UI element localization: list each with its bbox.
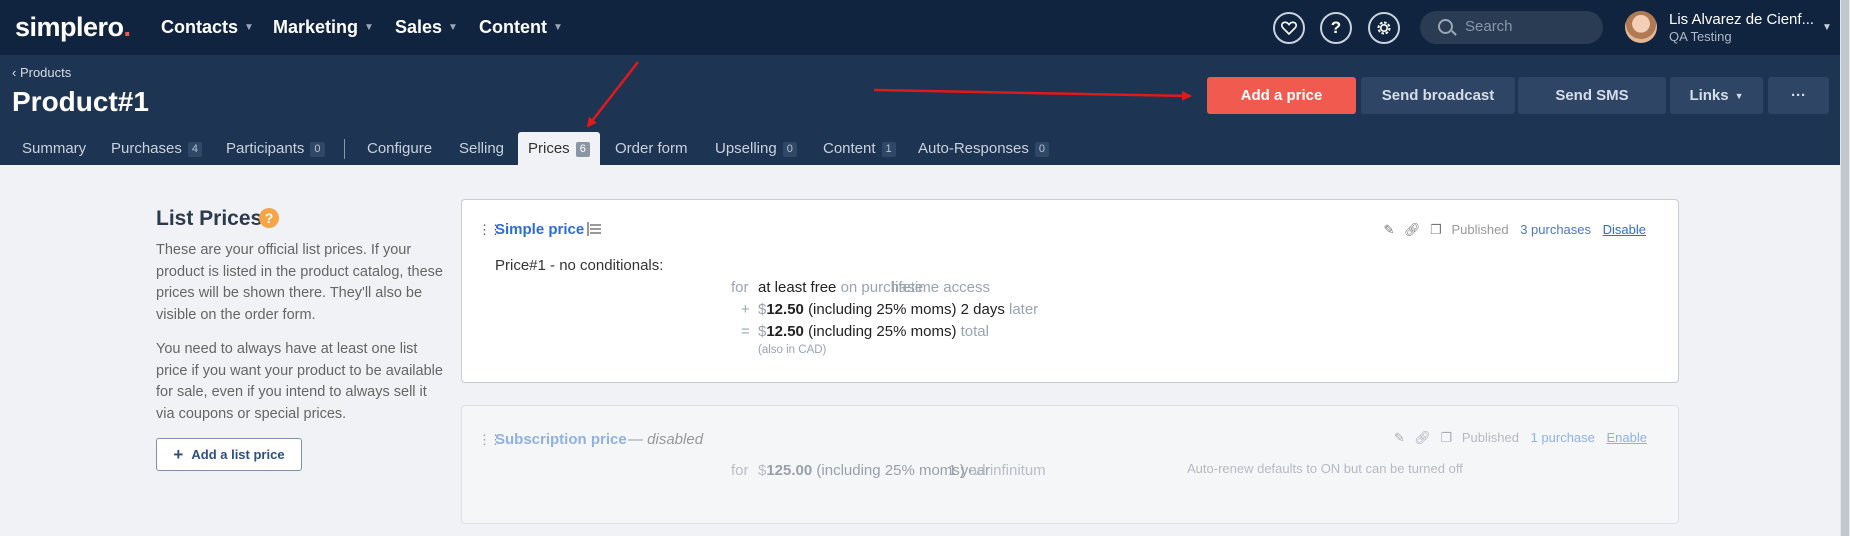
count-badge: 6 — [575, 142, 590, 157]
subscription-amount: $125.00 (including 25% moms) ad infinitu… — [758, 462, 1046, 479]
for-label: for — [731, 462, 749, 479]
plus-sign: + — [741, 301, 750, 318]
nav-contacts[interactable]: Contacts ▼ — [161, 17, 254, 38]
price-actions: ✎ 🔗︎ ❐ Published 3 purchases Disable — [1384, 222, 1647, 238]
tab-content[interactable]: Content 1 — [823, 132, 896, 165]
price-line-total: $12.50 (including 25% moms) total — [758, 323, 989, 340]
nav-marketing[interactable]: Marketing ▼ — [273, 17, 374, 38]
user-name[interactable]: Lis Alvarez de Cienf... — [1669, 11, 1814, 28]
more-actions-button[interactable]: ··· — [1768, 77, 1829, 114]
price-line-installment: $12.50 (including 25% moms) 2 days later — [758, 301, 1039, 318]
enable-link[interactable]: Enable — [1607, 430, 1647, 445]
scrollbar-thumb[interactable] — [1841, 0, 1849, 536]
list-prices-requirement: You need to always have at least one lis… — [156, 341, 443, 422]
tab-participants[interactable]: Participants 0 — [226, 132, 325, 165]
tab-summary[interactable]: Summary — [22, 132, 86, 165]
pencil-icon[interactable]: ✎ — [1384, 222, 1395, 238]
chevron-down-icon[interactable]: ▼ — [1822, 22, 1832, 33]
price-line-initial: at least free on purchase — [758, 279, 924, 296]
nav-sales[interactable]: Sales ▼ — [395, 17, 458, 38]
status-label: Published — [1461, 430, 1519, 445]
count-badge: 0 — [1034, 142, 1050, 157]
price-card-simple: ⋮⋮ Simple price ✎ 🔗︎ ❐ Published 3 purch… — [461, 199, 1679, 383]
breadcrumb[interactable]: ‹ Products — [12, 65, 71, 80]
plus-icon: + — [173, 444, 184, 464]
count-badge: 1 — [881, 142, 896, 157]
user-avatar[interactable] — [1625, 11, 1657, 43]
product-header: ‹ Products Product#1 Add a price Send br… — [0, 55, 1840, 165]
top-navbar: simplero. Contacts ▼ Marketing ▼ Sales ▼ Co… — [0, 0, 1850, 55]
link-icon[interactable]: 🔗︎ — [1414, 430, 1431, 446]
purchases-link[interactable]: 3 purchases — [1520, 222, 1591, 237]
price-card-subscription: ⋮⋮ Subscription price — disabled ✎ 🔗︎ ❐ … — [461, 405, 1679, 524]
favorites-heart-icon[interactable] — [1273, 12, 1305, 44]
list-icon[interactable] — [587, 222, 601, 236]
search-icon — [1438, 19, 1453, 34]
copy-icon[interactable]: ❐ — [1441, 430, 1453, 446]
nav-content[interactable]: Content ▼ — [479, 17, 563, 38]
price-title[interactable]: Subscription price — [495, 431, 627, 448]
help-question-icon[interactable]: ? — [259, 208, 279, 228]
price-title[interactable]: Simple price — [495, 221, 584, 238]
send-broadcast-button[interactable]: Send broadcast — [1361, 77, 1515, 114]
send-sms-button[interactable]: Send SMS — [1518, 77, 1666, 114]
currency-note: (also in CAD) — [758, 344, 827, 356]
purchases-link[interactable]: 1 purchase — [1531, 430, 1595, 445]
simplero-logo[interactable]: simplero. — [15, 12, 131, 43]
copy-icon[interactable]: ❐ — [1430, 222, 1442, 238]
pencil-icon[interactable]: ✎ — [1394, 430, 1405, 446]
links-dropdown-button[interactable]: Links ▼ — [1670, 77, 1763, 114]
price-name: Price#1 - no conditionals: — [495, 257, 664, 274]
tab-auto-responses[interactable]: Auto-Responses 0 — [918, 132, 1050, 165]
list-prices-description: These are your official list prices. If … — [156, 242, 443, 323]
equals-sign: = — [741, 323, 750, 340]
chevron-down-icon: ▼ — [244, 22, 254, 33]
tab-divider — [344, 139, 345, 159]
tab-purchases[interactable]: Purchases 4 — [111, 132, 202, 165]
tab-prices[interactable]: Prices 6 — [518, 132, 600, 165]
user-org: QA Testing — [1669, 29, 1732, 44]
for-label: for — [731, 279, 749, 296]
status-label: Published — [1451, 222, 1509, 237]
chevron-down-icon: ▼ — [448, 22, 458, 33]
search-input[interactable]: Search — [1420, 11, 1603, 44]
chevron-down-icon: ▼ — [1734, 90, 1744, 101]
add-list-price-button[interactable]: + Add a list price — [156, 438, 302, 471]
count-badge: 0 — [310, 142, 325, 157]
tab-upselling[interactable]: Upselling 0 — [715, 132, 797, 165]
link-icon[interactable]: 🔗︎ — [1404, 222, 1421, 238]
disable-link[interactable]: Disable — [1603, 222, 1646, 237]
count-badge: 0 — [782, 142, 797, 157]
tab-configure[interactable]: Configure — [367, 132, 432, 165]
count-badge: 4 — [187, 142, 202, 157]
list-prices-title: List Prices — [156, 207, 263, 230]
gear-icon[interactable] — [1368, 12, 1400, 44]
add-price-button[interactable]: Add a price — [1207, 77, 1356, 114]
chevron-down-icon: ▼ — [364, 22, 374, 33]
page-title: Product#1 — [12, 86, 149, 117]
tab-order-form[interactable]: Order form — [615, 132, 688, 165]
tab-selling[interactable]: Selling — [459, 132, 504, 165]
chevron-down-icon: ▼ — [552, 22, 563, 33]
help-icon[interactable]: ? — [1320, 12, 1352, 44]
price-actions: ✎ 🔗︎ ❐ Published 1 purchase Enable — [1394, 430, 1647, 446]
disabled-note: — disabled — [628, 431, 704, 448]
auto-renew-note: Auto-renew defaults to ON but can be tur… — [1187, 461, 1463, 476]
page-scrollbar[interactable] — [1840, 0, 1850, 536]
